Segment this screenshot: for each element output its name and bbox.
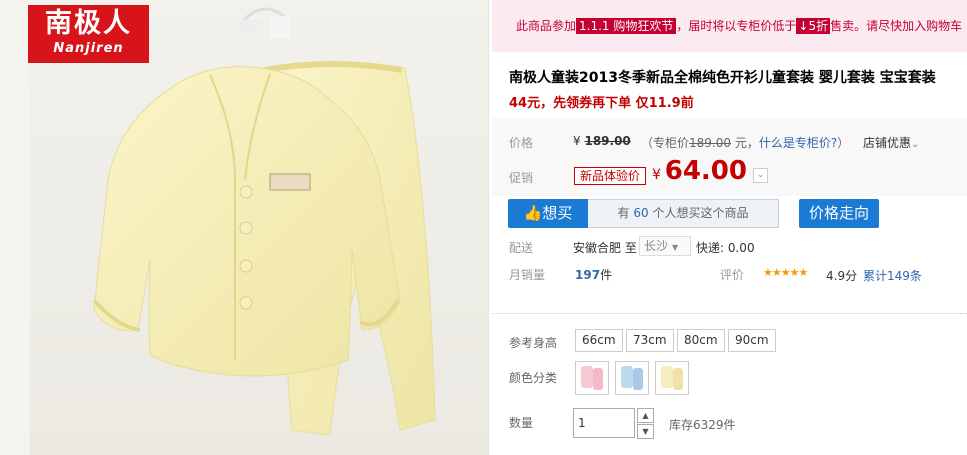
promo-banner: 此商品参加 1.1.1 购物狂欢节 ，届时将以专柜价低于 ↓5折 售卖。请尽快加入购物车 — [492, 0, 967, 52]
store-discount-dropdown[interactable]: 店铺优惠⌄ — [863, 134, 919, 151]
monthly-sales-count: 197 — [575, 268, 601, 282]
brand-logo: 南极人 Nanjiren — [28, 5, 149, 63]
size-label: 参考身高 — [509, 336, 558, 350]
ref-suffix: ） — [837, 136, 850, 150]
promotion-label: 促销 — [509, 171, 534, 185]
what-is-ref-price-link[interactable]: 什么是专柜价? — [759, 136, 837, 150]
promo-event-tag: 1.1.1 购物狂欢节 — [576, 18, 677, 34]
quantity-decrease-button[interactable]: ▼ — [637, 424, 654, 439]
size-option[interactable]: 66cm — [575, 329, 623, 352]
destination-value: 长沙 — [644, 239, 669, 253]
promo-discount-tag: ↓5折 — [796, 18, 831, 34]
color-option-blue[interactable] — [615, 361, 649, 395]
store-discount-label: 店铺优惠 — [863, 136, 912, 150]
want-count-suffix: 个人想买这个商品 — [652, 206, 749, 220]
quantity-input[interactable]: 1 — [573, 408, 635, 438]
rating-label: 评价 — [720, 268, 745, 282]
stock-count: 库存6329件 — [669, 418, 736, 432]
promotion-price: ¥ 64.00 — [652, 156, 747, 186]
want-count-prefix: 有 — [617, 206, 630, 220]
shipping-label: 配送 — [509, 241, 534, 255]
promo-suffix: 售卖。请尽快加入购物车 — [830, 19, 963, 33]
ref-value: 189.00 — [689, 136, 732, 150]
want-to-buy-button[interactable]: 👍想买 — [508, 199, 588, 228]
monthly-sales-label: 月销量 — [509, 268, 546, 282]
promo-currency-symbol: ¥ — [652, 167, 661, 183]
promotion-price-value: 64.00 — [664, 156, 747, 186]
yellow-outfit-thumbnail — [661, 366, 683, 390]
price-trend-button[interactable]: 价格走向 — [799, 199, 879, 228]
quantity-label: 数量 — [509, 416, 534, 430]
promo-middle: ，届时将以专柜价低于 — [676, 19, 797, 33]
caret-down-icon: ▼ — [672, 243, 679, 252]
thumbs-up-icon: 👍 — [523, 204, 543, 222]
rating-score: 4.9分 — [826, 269, 858, 283]
reference-price: （专柜价189.00 元，什么是专柜价?） — [641, 134, 849, 151]
want-count-info: 有 60 个人想买这个商品 — [588, 199, 779, 228]
rating-stars-icon: ★★★★★ — [763, 266, 808, 279]
currency-symbol: ¥ — [573, 134, 581, 148]
original-price-value: 189.00 — [584, 134, 631, 148]
monthly-sales-unit: 件 — [600, 268, 613, 282]
express-fee: 快递: 0.00 — [696, 241, 755, 255]
pink-outfit-thumbnail — [581, 366, 603, 390]
original-price: ¥ 189.00 — [573, 134, 631, 148]
price-label: 价格 — [509, 136, 534, 150]
product-title: 南极人童装2013冬季新品全棉纯色开衫儿童套装 婴儿套装 宝宝套装 — [509, 70, 936, 86]
want-count-number: 60 — [633, 206, 649, 220]
want-to-buy-label: 想买 — [542, 204, 573, 222]
reviews-link[interactable]: 累计149条 — [863, 267, 922, 284]
promotion-expand-icon[interactable]: ⌄ — [753, 168, 768, 183]
product-image-panel: 南极人 Nanjiren — [0, 0, 489, 455]
monthly-sales: 197件 — [575, 266, 612, 283]
ref-unit: 元， — [731, 136, 759, 150]
size-option[interactable]: 80cm — [677, 329, 725, 352]
new-product-badge: 新品体验价 — [574, 167, 647, 185]
product-info-panel: 此商品参加 1.1.1 购物狂欢节 ，届时将以专柜价低于 ↓5折 售卖。请尽快加入购物车… — [492, 0, 967, 455]
brand-logo-cn: 南极人 — [45, 8, 132, 39]
shipping-origin: 安徽合肥 至 — [573, 239, 637, 256]
shipping-to-word: 至 — [624, 241, 637, 255]
promo-text: 此商品参加 1.1.1 购物狂欢节 ，届时将以专柜价低于 ↓5折 售卖。请尽快加入购物车 — [516, 17, 962, 34]
destination-select[interactable]: 长沙 ▼ — [639, 236, 691, 256]
brand-logo-en: Nanjiren — [53, 41, 124, 56]
ref-prefix: （专柜价 — [641, 136, 690, 150]
quantity-increase-button[interactable]: ▲ — [637, 408, 654, 423]
product-photo[interactable] — [30, 0, 488, 455]
chevron-down-icon: ⌄ — [911, 139, 920, 150]
shipping-from-city: 安徽合肥 — [573, 241, 622, 255]
size-option[interactable]: 90cm — [728, 329, 776, 352]
color-label: 颜色分类 — [509, 371, 558, 385]
section-divider — [492, 313, 967, 314]
blue-outfit-thumbnail — [621, 366, 643, 390]
promo-prefix: 此商品参加 — [516, 19, 577, 33]
size-option[interactable]: 73cm — [626, 329, 674, 352]
color-option-yellow[interactable] — [655, 361, 689, 395]
color-option-pink[interactable] — [575, 361, 609, 395]
product-subtitle: 44元，先领券再下单 仅11.9前 — [509, 96, 694, 111]
